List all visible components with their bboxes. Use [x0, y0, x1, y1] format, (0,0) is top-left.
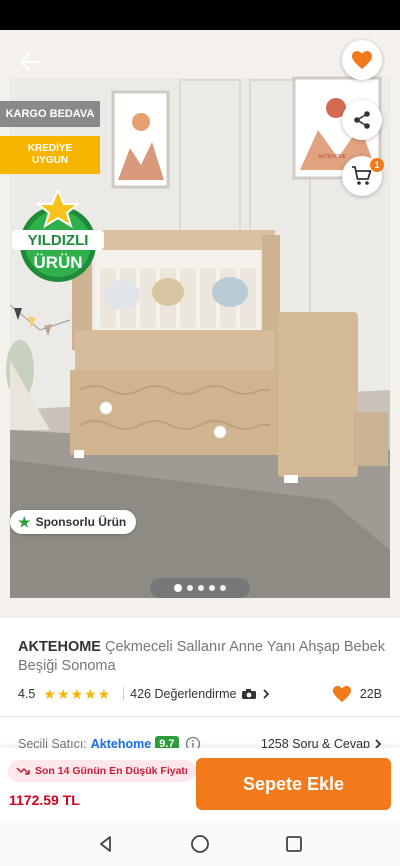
carousel-dot[interactable]	[198, 585, 204, 591]
share-button[interactable]	[342, 100, 382, 140]
sponsored-badge: ★ Sponsorlu Ürün	[10, 510, 137, 534]
reviews-link[interactable]: 426 Değerlendirme	[130, 687, 270, 701]
lowest-price-label: Son 14 Günün En Düşük Fiyatı	[35, 765, 188, 777]
carousel-dot[interactable]	[174, 584, 182, 592]
star-badge-line2: ÜRÜN	[33, 253, 82, 272]
carousel-dot[interactable]	[209, 585, 215, 591]
carousel-indicator[interactable]	[150, 578, 250, 598]
cart-icon	[352, 166, 372, 185]
credit-badge-line2: UYGUN	[31, 155, 69, 166]
heart-icon	[332, 685, 351, 703]
status-bar	[0, 0, 400, 30]
star-icon: ★	[18, 513, 31, 530]
section-divider	[0, 716, 400, 717]
product-brand[interactable]: AKTEHOME	[18, 639, 101, 655]
back-nav-icon[interactable]	[97, 835, 115, 853]
credit-badge-line1: KREDİYE	[27, 143, 73, 154]
price: 1172.59 TL	[9, 792, 80, 808]
divider	[123, 687, 125, 701]
cart-button[interactable]: 1	[342, 156, 384, 196]
rating-row: 4.5 ★★★★★ 426 Değerlendirme 22B	[18, 684, 382, 704]
rating-stars: ★★★★★	[43, 685, 112, 702]
rating-value: 4.5	[18, 687, 36, 701]
trend-down-icon	[16, 767, 30, 775]
sponsored-label: Sponsorlu Ürün	[35, 515, 127, 529]
cart-count-badge: 1	[370, 158, 384, 172]
heart-icon	[352, 51, 372, 69]
bottom-action-bar: Son 14 Günün En Düşük Fiyatı 1172.59 TL …	[0, 748, 400, 822]
recents-nav-icon[interactable]	[285, 835, 303, 853]
home-nav-icon[interactable]	[190, 834, 210, 854]
chevron-right-icon	[263, 689, 270, 699]
frame-logo: AKTEHOME	[318, 154, 347, 160]
favorite-button[interactable]	[342, 40, 382, 80]
product-title: AKTEHOME Çekmeceli Sallanır Anne Yanı Ah…	[18, 638, 388, 676]
share-icon	[354, 111, 370, 129]
system-nav-bar	[0, 822, 400, 866]
star-badge-line1: YILDIZLI	[28, 232, 89, 249]
back-arrow-icon	[19, 52, 41, 72]
product-image-gallery[interactable]: AKTEHOME 1 KARGO BEDAVA KREDİYE UYGUN YI…	[0, 30, 400, 618]
favorites-count[interactable]: 22B	[332, 685, 382, 703]
camera-icon	[242, 689, 257, 699]
reviews-count: 426 Değerlendirme	[130, 687, 237, 701]
lowest-price-badge: Son 14 Günün En Düşük Fiyatı	[8, 760, 196, 782]
carousel-dot[interactable]	[220, 585, 226, 591]
back-button[interactable]	[14, 46, 46, 78]
carousel-dot[interactable]	[187, 585, 193, 591]
free-shipping-badge: KARGO BEDAVA	[0, 101, 100, 127]
favorites-value: 22B	[359, 687, 382, 701]
star-product-badge: YILDIZLI ÜRÜN	[12, 190, 104, 282]
credit-badge: KREDİYE UYGUN	[0, 136, 100, 174]
add-to-cart-button[interactable]: Sepete Ekle	[196, 758, 391, 810]
